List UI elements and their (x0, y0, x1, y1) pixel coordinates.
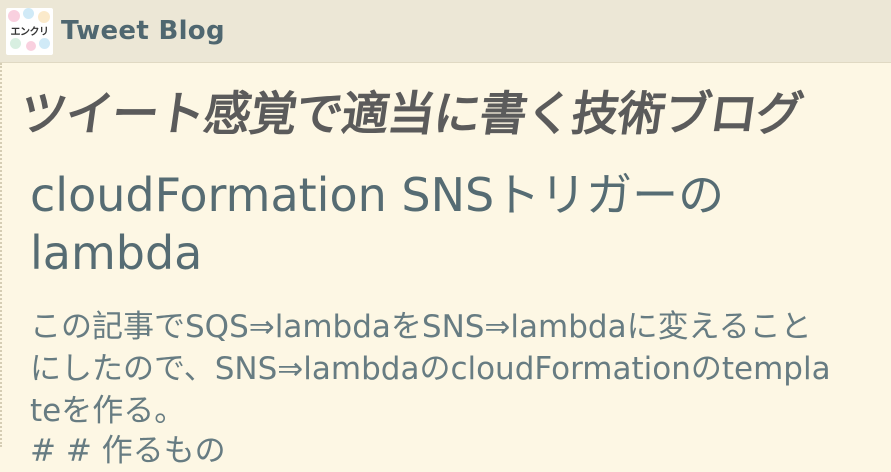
logo-dot (38, 11, 50, 23)
post-title[interactable]: cloudFormation SNSトリガーのlambda (30, 166, 870, 282)
post-body: この記事でSQS⇒lambdaをSNS⇒lambdaに変えることにしたので、SN… (30, 309, 831, 429)
blog-tagline: ツイート感覚で適当に書く技術ブログ (16, 87, 806, 142)
site-logo[interactable]: エンクリ (6, 8, 53, 55)
left-divider (0, 63, 4, 447)
logo-dot (10, 38, 21, 49)
logo-dot (23, 8, 34, 19)
post-subheading: # # 作るもの (30, 433, 226, 469)
logo-dot (26, 41, 36, 51)
site-title[interactable]: Tweet Blog (61, 12, 225, 50)
logo-dot (39, 38, 50, 49)
logo-dot (8, 10, 20, 22)
logo-text: エンクリ (10, 27, 50, 38)
site-header: エンクリ Tweet Blog (0, 0, 891, 63)
